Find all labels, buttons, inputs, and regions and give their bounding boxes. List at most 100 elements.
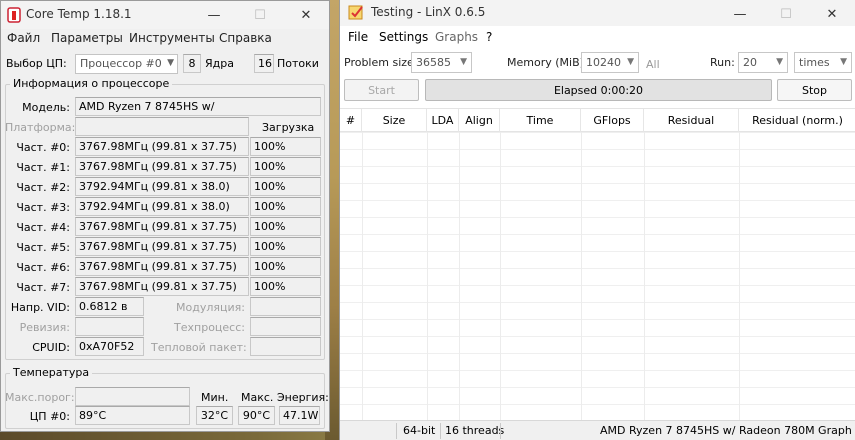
cpu-select-dropdown[interactable]: Процессор #0 ▼ (75, 54, 178, 74)
minimize-icon[interactable]: — (191, 1, 237, 29)
run-unit-dropdown[interactable]: times ▼ (794, 52, 852, 73)
column-header[interactable]: Residual (644, 109, 739, 132)
tjmax-label: Макс.порог: (5, 391, 75, 404)
power-value: 47.1W (279, 406, 320, 425)
start-button[interactable]: Start (344, 79, 419, 101)
memory-input[interactable]: 10240 ▼ (581, 52, 639, 73)
tdp-label: Тепловой пакет: (151, 341, 247, 354)
core-load-value: 100% (250, 137, 321, 156)
menu-settings[interactable]: Settings (379, 30, 428, 44)
core-load-value: 100% (250, 257, 321, 276)
linx-titlebar[interactable]: Testing - LinX 0.6.5 — ☐ ✕ (340, 0, 855, 26)
core-frequency-label: Част. #7: (16, 281, 70, 294)
core-frequency-value: 3792.94МГц (99.81 x 38.0) (75, 177, 249, 196)
cpu-temp-value: 89°C (75, 406, 190, 425)
max-header: Макс. (241, 391, 274, 404)
menu-graphs[interactable]: Graphs (435, 30, 478, 44)
grid-divider (459, 132, 460, 420)
close-icon[interactable]: ✕ (283, 1, 329, 29)
chevron-down-icon: ▼ (627, 57, 634, 67)
coretemp-window: Core Temp 1.18.1 — ☐ ✕ Файл Параметры Ин… (0, 0, 330, 432)
memory-value: 10240 (586, 56, 621, 69)
linx-app-icon (348, 5, 363, 20)
minimize-icon[interactable]: — (717, 0, 763, 28)
min-temp-value: 32°C (196, 406, 233, 425)
column-header[interactable]: Time (500, 109, 581, 132)
threads-label: Потоки (277, 57, 319, 70)
memory-label: Memory (MiB): (507, 56, 588, 69)
column-header[interactable]: Size (362, 109, 427, 132)
coretemp-title: Core Temp 1.18.1 (26, 7, 132, 21)
core-frequency-value: 3767.98МГц (99.81 x 37.75) (75, 237, 249, 256)
run-unit-value: times (799, 56, 830, 69)
status-bits: 64-bit (403, 424, 436, 437)
problem-size-input[interactable]: 36585 ▼ (411, 52, 472, 73)
status-separator (396, 423, 397, 439)
max-temp-value: 90°C (238, 406, 275, 425)
core-frequency-label: Част. #3: (16, 201, 70, 214)
status-threads: 16 threads (445, 424, 505, 437)
menu-help[interactable]: Справка (219, 31, 272, 45)
vid-value: 0.6812 в (75, 297, 144, 316)
core-frequency-label: Част. #0: (16, 141, 70, 154)
model-label: Модель: (22, 101, 70, 114)
revision-value (75, 317, 144, 336)
tdp-value (250, 337, 321, 356)
linx-window: Testing - LinX 0.6.5 — ☐ ✕ File Settings… (339, 0, 855, 440)
chevron-down-icon: ▼ (776, 57, 783, 67)
all-memory-option[interactable]: All (646, 58, 660, 71)
close-icon[interactable]: ✕ (809, 0, 855, 28)
menu-tools[interactable]: Инструменты (129, 31, 215, 45)
load-header: Загрузка (262, 121, 315, 134)
modulation-label: Модуляция: (176, 301, 245, 314)
threads-count: 16 (254, 54, 274, 73)
menu-help[interactable]: ? (486, 30, 492, 44)
grid-divider (362, 132, 363, 420)
modulation-value (250, 297, 321, 316)
processor-info-title: Информация о процессоре (10, 77, 173, 90)
grid-divider (739, 132, 740, 420)
linx-statusbar: 64-bit 16 threads AMD Ryzen 7 8745HS w/ … (340, 420, 855, 440)
grid-divider (427, 132, 428, 420)
min-header: Мин. (201, 391, 229, 404)
maximize-icon[interactable]: ☐ (237, 1, 283, 29)
coretemp-app-icon (7, 7, 21, 23)
menu-options[interactable]: Параметры (51, 31, 123, 45)
grid-divider (644, 132, 645, 420)
core-load-value: 100% (250, 217, 321, 236)
coretemp-menubar: Файл Параметры Инструменты Справка (1, 29, 329, 49)
temperature-title: Температура (10, 366, 93, 379)
core-frequency-value: 3767.98МГц (99.81 x 37.75) (75, 277, 249, 296)
coretemp-titlebar[interactable]: Core Temp 1.18.1 — ☐ ✕ (1, 1, 329, 29)
chevron-down-icon: ▼ (840, 57, 847, 67)
core-frequency-value: 3767.98МГц (99.81 x 37.75) (75, 257, 249, 276)
core-frequency-label: Част. #6: (16, 261, 70, 274)
cores-count: 8 (183, 54, 201, 73)
core-load-value: 100% (250, 197, 321, 216)
run-count-input[interactable]: 20 ▼ (738, 52, 788, 73)
platform-value (75, 117, 249, 136)
cores-label: Ядра (205, 57, 234, 70)
core-frequency-label: Част. #4: (16, 221, 70, 234)
core-load-value: 100% (250, 237, 321, 256)
vid-label: Напр. VID: (10, 301, 70, 314)
stop-button[interactable]: Stop (777, 79, 852, 101)
core-frequency-label: Част. #2: (16, 181, 70, 194)
process-value (250, 317, 321, 336)
chevron-down-icon: ▼ (460, 57, 467, 67)
column-header[interactable]: Residual (norm.) (739, 109, 855, 132)
status-cpu: AMD Ryzen 7 8745HS w/ Radeon 780M Graph (600, 424, 852, 437)
menu-file[interactable]: File (348, 30, 368, 44)
grid-divider (500, 132, 501, 420)
column-header[interactable]: Align (459, 109, 500, 132)
column-header[interactable]: LDA (427, 109, 459, 132)
cpuid-label: CPUID: (32, 341, 70, 354)
column-header[interactable]: # (340, 109, 362, 132)
cpuid-value: 0xA70F52 (75, 337, 144, 356)
core-load-value: 100% (250, 157, 321, 176)
column-header[interactable]: GFlops (581, 109, 644, 132)
maximize-icon[interactable]: ☐ (763, 0, 809, 28)
results-table-body[interactable] (340, 132, 855, 420)
core-frequency-label: Част. #1: (16, 161, 70, 174)
menu-file[interactable]: Файл (7, 31, 40, 45)
